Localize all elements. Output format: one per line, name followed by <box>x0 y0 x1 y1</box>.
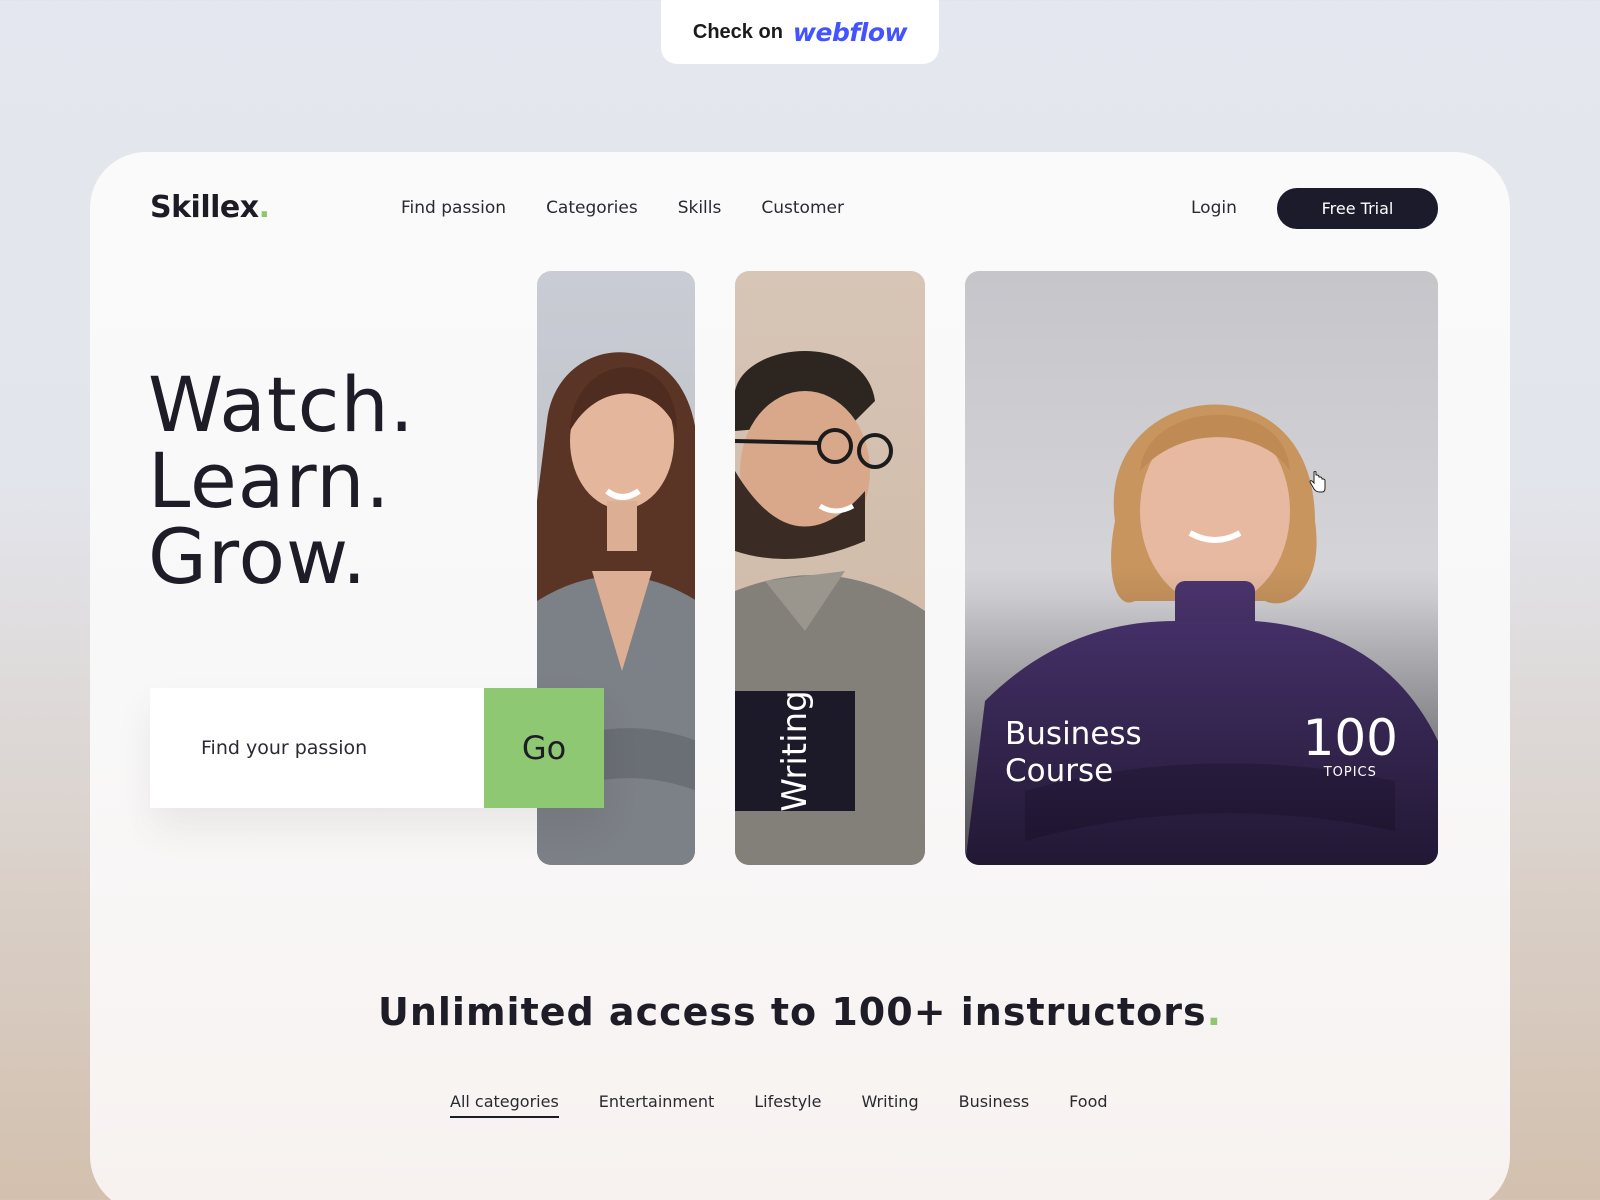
instructor-card-writing[interactable]: Writing <box>735 271 925 865</box>
hero-title: Watch. Learn. Grow. <box>148 367 415 595</box>
nav-skills[interactable]: Skills <box>678 198 722 218</box>
hand-cursor-icon <box>1309 471 1326 493</box>
go-button[interactable]: Go <box>484 688 604 808</box>
hero-line-watch: Watch. <box>148 360 415 449</box>
site-frame: Skillex. Find passion Categories Skills … <box>90 152 1510 1200</box>
category-tabs: All categories Entertainment Lifestyle W… <box>450 1092 1108 1118</box>
passion-search: Go <box>150 688 604 808</box>
tab-entertainment[interactable]: Entertainment <box>599 1092 714 1118</box>
topics-number: 100 <box>1302 709 1398 767</box>
business-course-title: Business Course <box>1005 716 1205 790</box>
section-title: Unlimited access to 100+ instructors. <box>90 990 1510 1034</box>
search-input[interactable] <box>150 688 484 808</box>
tab-food[interactable]: Food <box>1069 1092 1107 1118</box>
webflow-badge[interactable]: Check on webflow <box>661 0 939 64</box>
writing-label: Writing <box>775 690 815 812</box>
nav-customer[interactable]: Customer <box>761 198 844 218</box>
tab-business[interactable]: Business <box>959 1092 1030 1118</box>
logo-dot: . <box>258 190 270 225</box>
tab-writing[interactable]: Writing <box>861 1092 918 1118</box>
instructor-card-business[interactable]: Business Course 100 TOPICS <box>965 271 1438 865</box>
topics-label: TOPICS <box>1323 765 1377 780</box>
business-title-line2: Course <box>1005 753 1114 789</box>
main-nav: Find passion Categories Skills Customer <box>401 198 844 218</box>
tab-lifestyle[interactable]: Lifestyle <box>754 1092 821 1118</box>
tab-all-categories[interactable]: All categories <box>450 1092 559 1118</box>
section-title-dot: . <box>1206 990 1223 1034</box>
free-trial-button[interactable]: Free Trial <box>1277 188 1438 229</box>
section-title-text: Unlimited access to 100+ instructors <box>377 990 1207 1034</box>
topics-count: 100 TOPICS <box>1303 711 1398 780</box>
badge-prefix: Check on <box>692 20 783 43</box>
writing-label-box: Writing <box>735 690 855 812</box>
business-title-line1: Business <box>1005 716 1142 752</box>
hero-line-grow: Grow. <box>148 512 368 601</box>
nav-find-passion[interactable]: Find passion <box>401 198 506 218</box>
logo-text: Skillex <box>150 190 259 225</box>
nav-categories[interactable]: Categories <box>546 198 638 218</box>
webflow-logo: webflow <box>792 17 908 47</box>
hero-line-learn: Learn. <box>148 436 391 525</box>
site-logo[interactable]: Skillex. <box>150 190 270 225</box>
login-link[interactable]: Login <box>1191 198 1237 218</box>
